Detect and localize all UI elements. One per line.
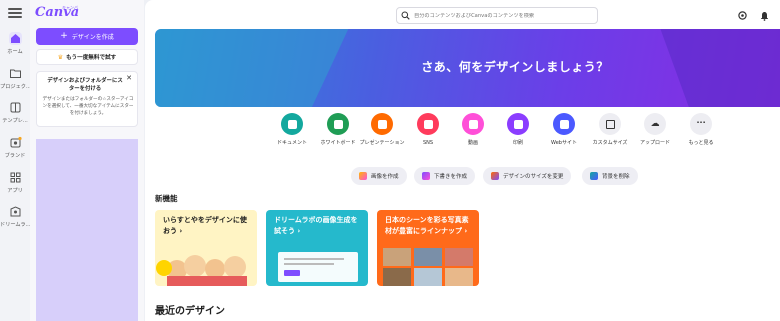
hero-title: さあ、何をデザインしましょう？ bbox=[421, 60, 609, 74]
brand-icon bbox=[10, 136, 22, 148]
new-features-title: 新機能 bbox=[155, 194, 178, 203]
chip-create-draft[interactable]: 下書きを作成 bbox=[414, 167, 476, 185]
rail-item-home[interactable]: ホーム bbox=[0, 32, 30, 55]
free-trial-button[interactable]: ♛ もう一度無料で試す bbox=[36, 49, 138, 65]
rail-label: ブランド bbox=[4, 153, 26, 159]
document-icon bbox=[281, 113, 303, 135]
dreamlab-icon bbox=[10, 206, 20, 217]
search-input[interactable] bbox=[414, 12, 594, 19]
panel-promo-area bbox=[36, 139, 138, 321]
rail-item-templates[interactable]: テンプレ... bbox=[0, 101, 30, 124]
menu-icon[interactable] bbox=[8, 8, 22, 18]
search-bar[interactable] bbox=[396, 7, 598, 24]
feature-card-title: 日本のシーンを彩る写真素材が豊富にラインナップ › bbox=[385, 216, 469, 235]
feature-card-dreamlab[interactable]: ドリームラボの画像生成を試そう › bbox=[266, 210, 368, 286]
stock-photo-collage bbox=[383, 248, 473, 286]
close-icon[interactable]: ✕ bbox=[126, 74, 132, 82]
more-icon: ··· bbox=[690, 113, 712, 135]
crop-icon bbox=[599, 113, 621, 135]
star-tip-card: デザインおよびフォルダーにスターを付ける ✕ デザインまたはフォルダーの☆スター… bbox=[36, 71, 138, 127]
icon-rail: ホーム プロジェク... テンプレ... ブランド アプリ ドリームラ... bbox=[0, 0, 30, 321]
feature-card-irasutoya[interactable]: いらすとやをデザインに使おう › bbox=[155, 210, 257, 286]
upload-icon: ☁ bbox=[644, 113, 666, 135]
rail-label: テンプレ... bbox=[2, 118, 28, 124]
home-icon bbox=[8, 32, 22, 45]
video-icon bbox=[462, 113, 484, 135]
heart-icon bbox=[417, 113, 439, 135]
feature-card-stock-photos[interactable]: 日本のシーンを彩る写真素材が豊富にラインナップ › bbox=[377, 210, 479, 286]
bg-remove-icon bbox=[590, 172, 598, 180]
feature-card-title: ドリームラボの画像生成を試そう › bbox=[274, 216, 358, 235]
apps-icon bbox=[10, 172, 20, 183]
bell-icon[interactable] bbox=[759, 10, 770, 21]
chip-label: 画像を作成 bbox=[371, 174, 399, 180]
chip-label: デザインのサイズを変更 bbox=[503, 174, 564, 180]
chip-remove-background[interactable]: 背景を削除 bbox=[582, 167, 638, 185]
rail-label: プロジェク... bbox=[0, 84, 30, 90]
rail-item-apps[interactable]: アプリ bbox=[0, 171, 30, 194]
create-design-label: デザインを作成 bbox=[71, 34, 114, 41]
dreamlab-preview bbox=[278, 252, 358, 282]
chip-label: 下書きを作成 bbox=[434, 174, 468, 180]
plus-icon: + bbox=[60, 31, 68, 41]
website-icon bbox=[553, 113, 575, 135]
rail-item-brand[interactable]: ブランド bbox=[0, 136, 30, 159]
recent-designs-title: 最近のデザイン bbox=[155, 306, 225, 317]
rail-item-projects[interactable]: プロジェク... bbox=[0, 67, 30, 90]
crown-icon: ♛ bbox=[57, 53, 64, 61]
template-icon bbox=[10, 102, 20, 113]
star-tip-body: デザインまたはフォルダーの☆スターアイコンを選択して、一番大切なアイテムにスター… bbox=[42, 97, 134, 116]
whiteboard-icon bbox=[327, 113, 349, 135]
rail-item-dreamlab[interactable]: ドリームラ... bbox=[0, 205, 30, 228]
printer-icon bbox=[507, 113, 529, 135]
resize-icon bbox=[491, 172, 499, 180]
free-trial-label: もう一度無料で試す bbox=[66, 55, 117, 61]
settings-icon[interactable] bbox=[737, 10, 748, 21]
chip-create-image[interactable]: 画像を作成 bbox=[351, 167, 407, 185]
quick-action-more[interactable]: ··· もっと見る bbox=[673, 113, 729, 147]
quick-action-label: もっと見る bbox=[688, 140, 714, 146]
magic-write-icon bbox=[422, 172, 430, 180]
irasutoya-illustration bbox=[156, 255, 247, 286]
create-design-button[interactable]: + デザインを作成 bbox=[36, 28, 138, 45]
search-icon bbox=[401, 11, 410, 20]
chip-resize-design[interactable]: デザインのサイズを変更 bbox=[483, 167, 572, 185]
feature-card-title: いらすとやをデザインに使おう › bbox=[163, 216, 247, 235]
star-tip-title: デザインおよびフォルダーにスターを付ける bbox=[47, 78, 123, 92]
chip-label: 背景を削除 bbox=[602, 174, 630, 180]
image-gen-icon bbox=[359, 172, 367, 180]
hero-banner: さあ、何をデザインしましょう？ bbox=[155, 29, 780, 107]
logo-subtitle: キャンバ bbox=[62, 5, 78, 10]
hero-shape bbox=[660, 29, 780, 107]
rail-label: ホーム bbox=[7, 49, 23, 55]
rail-label: ドリームラ... bbox=[0, 222, 30, 228]
folder-icon bbox=[9, 69, 21, 78]
presentation-icon bbox=[371, 113, 393, 135]
rail-label: アプリ bbox=[7, 188, 23, 194]
